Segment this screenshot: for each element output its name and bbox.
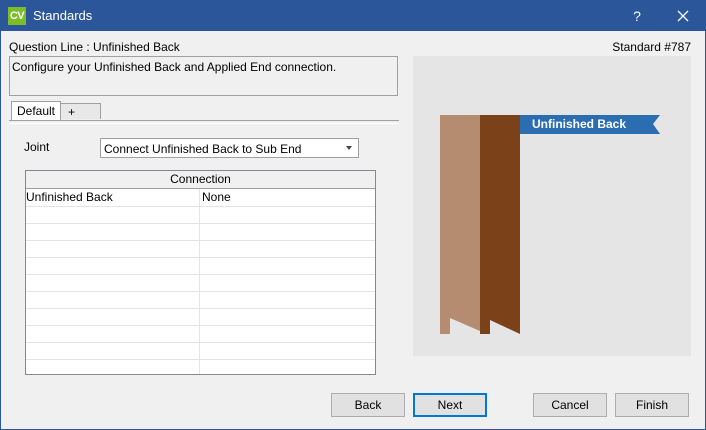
- table-row[interactable]: [26, 308, 375, 326]
- connection-value-cell[interactable]: None: [200, 189, 375, 206]
- connection-value-cell[interactable]: [200, 223, 375, 240]
- standards-dialog: CV Standards ? Question Line : Unfinishe…: [0, 0, 706, 430]
- applied-end-panel: [440, 115, 480, 334]
- connection-value-cell[interactable]: [200, 325, 375, 342]
- table-row[interactable]: [26, 342, 375, 360]
- connection-name-cell: [26, 325, 200, 342]
- back-button[interactable]: Back: [331, 393, 405, 417]
- connection-column-header[interactable]: Connection: [26, 171, 375, 189]
- connection-value-cell[interactable]: [200, 359, 375, 374]
- chevron-down-icon[interactable]: [346, 146, 352, 150]
- connection-name-cell: [26, 223, 200, 240]
- table-row[interactable]: [26, 257, 375, 275]
- app-logo-icon: CV: [8, 7, 26, 25]
- connection-name-cell: [26, 274, 200, 291]
- connection-name-cell: [26, 291, 200, 308]
- title-bar: CV Standards ?: [1, 1, 705, 31]
- window-title: Standards: [33, 8, 93, 23]
- close-button[interactable]: [661, 1, 705, 31]
- connection-name-cell: [26, 206, 200, 223]
- connection-grid: Connection Unfinished Back None: [25, 170, 376, 375]
- standard-number-label: Standard #787: [612, 40, 691, 54]
- table-row[interactable]: [26, 325, 375, 343]
- unfinished-back-panel: [480, 115, 520, 334]
- connection-value-cell[interactable]: [200, 206, 375, 223]
- joint-selected-value: Connect Unfinished Back to Sub End: [104, 142, 302, 156]
- connection-value-cell[interactable]: [200, 240, 375, 257]
- connection-name-cell: [26, 359, 200, 374]
- table-row[interactable]: Unfinished Back None: [26, 189, 375, 207]
- next-button[interactable]: Next: [413, 393, 487, 417]
- connection-value-cell[interactable]: [200, 308, 375, 325]
- help-button[interactable]: ?: [615, 1, 659, 31]
- connection-name-cell: [26, 342, 200, 359]
- tab-divider: [9, 120, 399, 124]
- close-icon: [677, 10, 689, 22]
- connection-name-cell: Unfinished Back: [26, 189, 200, 206]
- table-row[interactable]: [26, 291, 375, 309]
- table-row[interactable]: [26, 206, 375, 224]
- connection-value-cell[interactable]: [200, 257, 375, 274]
- connection-value-cell[interactable]: [200, 342, 375, 359]
- question-line-label: Question Line : Unfinished Back: [9, 40, 180, 54]
- table-row[interactable]: [26, 274, 375, 292]
- connection-name-cell: [26, 257, 200, 274]
- joint-select[interactable]: Connect Unfinished Back to Sub End: [100, 138, 359, 158]
- table-row[interactable]: [26, 223, 375, 241]
- cancel-button[interactable]: Cancel: [533, 393, 607, 417]
- connection-value-cell[interactable]: [200, 274, 375, 291]
- preview-panel: Unfinished Back: [413, 56, 691, 356]
- description-box: Configure your Unfinished Back and Appli…: [9, 56, 398, 96]
- table-row[interactable]: [26, 240, 375, 258]
- joint-label: Joint: [24, 140, 50, 154]
- connection-name-cell: [26, 308, 200, 325]
- table-row[interactable]: [26, 359, 375, 374]
- connection-value-cell[interactable]: [200, 291, 375, 308]
- description-text: Configure your Unfinished Back and Appli…: [12, 60, 337, 74]
- joint-preview-illustration: Unfinished Back: [440, 115, 660, 334]
- connection-name-cell: [26, 240, 200, 257]
- callout-label: Unfinished Back: [532, 117, 626, 131]
- tab-default[interactable]: Default: [11, 101, 61, 121]
- finish-button[interactable]: Finish: [615, 393, 689, 417]
- add-tab-button[interactable]: +: [60, 103, 101, 119]
